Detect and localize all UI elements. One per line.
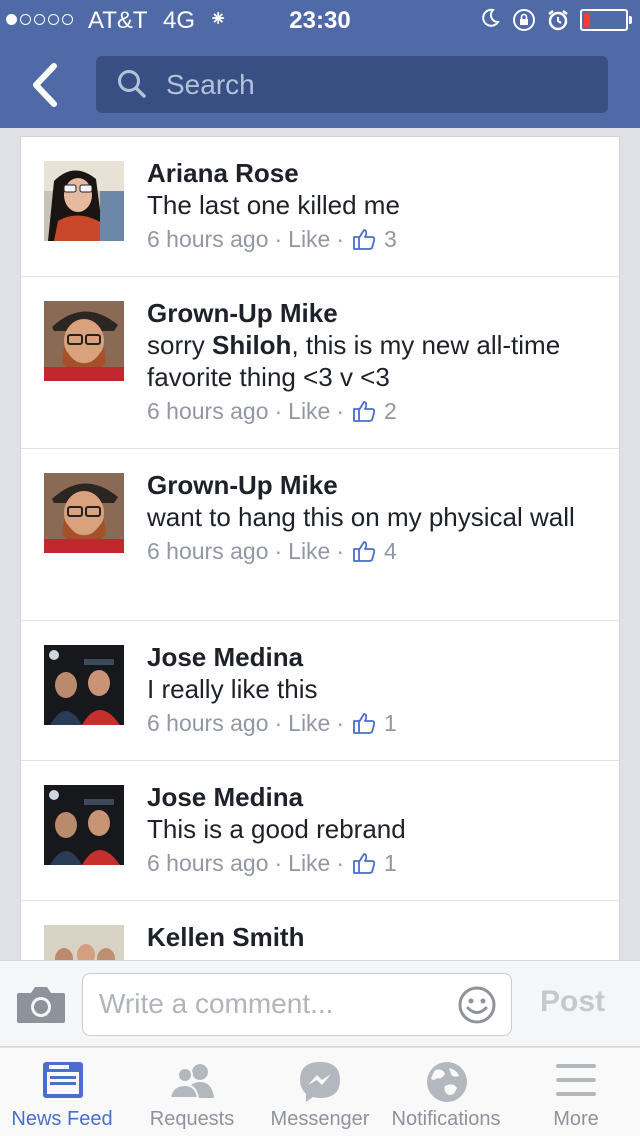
- like-button[interactable]: Like: [288, 535, 330, 567]
- comment-text: sorry Shiloh, this is my new all-time fa…: [147, 330, 561, 392]
- avatar[interactable]: [44, 645, 124, 725]
- battery-level-fill: [584, 13, 590, 27]
- status-time: 23:30: [289, 7, 351, 34]
- like-button[interactable]: Like: [288, 395, 330, 427]
- comment-author[interactable]: Grown-Up Mike: [147, 297, 607, 329]
- comment-time[interactable]: 6 hours ago: [147, 847, 268, 879]
- bottom-tab-bar: News Feed Requests Messenger Notificatio…: [0, 1048, 640, 1136]
- like-button[interactable]: Like: [288, 847, 330, 879]
- comment-body: Grown-Up Mike sorry Shiloh, this is my n…: [147, 297, 607, 427]
- like-count[interactable]: 4: [384, 535, 397, 567]
- comment-text: I really like this: [147, 674, 318, 704]
- comment-author[interactable]: Jose Medina: [147, 781, 607, 813]
- globe-icon: [427, 1062, 467, 1102]
- avatar[interactable]: [44, 925, 124, 960]
- like-count[interactable]: 1: [384, 707, 397, 739]
- post-button[interactable]: Post: [540, 985, 605, 1019]
- comment-composer: Write a comment... Post: [0, 960, 640, 1047]
- rotation-lock-icon: [513, 9, 535, 31]
- tab-label: Messenger: [270, 1108, 370, 1130]
- comment-item: Kellen Smith: [21, 901, 619, 960]
- avatar[interactable]: [44, 301, 124, 381]
- camera-icon[interactable]: [15, 983, 67, 1025]
- tab-label: Requests: [149, 1108, 235, 1130]
- tab-label: News Feed: [11, 1108, 113, 1130]
- comment-body: Kellen Smith: [147, 921, 607, 953]
- status-bar: AT&T 4G ⁕ 23:30: [0, 0, 640, 40]
- alarm-clock-icon: [548, 10, 568, 31]
- thumbs-up-icon: [353, 541, 376, 562]
- comment-meta: 6 hours ago · Like · 1: [147, 847, 607, 879]
- thumbs-up-icon: [353, 853, 376, 874]
- messenger-icon: [300, 1062, 340, 1102]
- news-feed-icon: [43, 1062, 83, 1098]
- comment-body: Jose Medina I really like this 6 hours a…: [147, 641, 607, 739]
- comment-item: Jose Medina This is a good rebrand 6 hou…: [21, 761, 619, 901]
- comment-text: want to hang this on my physical wall: [147, 502, 575, 532]
- comments-scroll-area[interactable]: Ariana Rose The last one killed me 6 hou…: [0, 128, 640, 960]
- like-count[interactable]: 3: [384, 223, 397, 255]
- comment-body: Jose Medina This is a good rebrand 6 hou…: [147, 781, 607, 879]
- comment-item: Ariana Rose The last one killed me 6 hou…: [21, 137, 619, 277]
- comment-text: The last one killed me: [147, 190, 400, 220]
- comment-text: This is a good rebrand: [147, 814, 406, 844]
- tab-messenger[interactable]: Messenger: [260, 1048, 380, 1136]
- comment-meta: 6 hours ago · Like · 2: [147, 395, 607, 427]
- comment-author[interactable]: Grown-Up Mike: [147, 469, 607, 501]
- tab-requests[interactable]: Requests: [128, 1048, 256, 1136]
- comment-body: Grown-Up Mike want to hang this on my ph…: [147, 469, 607, 567]
- comment-item: Grown-Up Mike want to hang this on my ph…: [21, 449, 619, 621]
- comment-body: Ariana Rose The last one killed me 6 hou…: [147, 157, 607, 255]
- avatar[interactable]: [44, 785, 124, 865]
- menu-icon: [556, 1064, 596, 1096]
- friend-requests-icon: [168, 1064, 214, 1099]
- comment-item: Jose Medina I really like this 6 hours a…: [21, 621, 619, 761]
- avatar[interactable]: [44, 473, 124, 553]
- sticker-smiley-icon[interactable]: [457, 985, 497, 1025]
- thumbs-up-icon: [353, 229, 376, 250]
- battery-icon: [580, 9, 632, 31]
- comment-author[interactable]: Jose Medina: [147, 641, 607, 673]
- comment-time[interactable]: 6 hours ago: [147, 223, 268, 255]
- avatar[interactable]: [44, 161, 124, 241]
- like-count[interactable]: 1: [384, 847, 397, 879]
- comments-list: Ariana Rose The last one killed me 6 hou…: [20, 136, 620, 960]
- tab-label: More: [553, 1108, 599, 1130]
- comment-placeholder: Write a comment...: [99, 988, 334, 1019]
- like-button[interactable]: Like: [288, 223, 330, 255]
- comment-meta: 6 hours ago · Like · 1: [147, 707, 607, 739]
- comment-meta: 6 hours ago · Like · 3: [147, 223, 607, 255]
- comment-time[interactable]: 6 hours ago: [147, 535, 268, 567]
- comment-time[interactable]: 6 hours ago: [147, 395, 268, 427]
- top-header: AT&T 4G ⁕ 23:30 Search: [0, 0, 640, 128]
- search-input[interactable]: Search: [96, 56, 608, 113]
- thumbs-up-icon: [353, 713, 376, 734]
- do-not-disturb-moon-icon: [482, 8, 500, 27]
- comment-input[interactable]: Write a comment...: [82, 973, 512, 1036]
- like-count[interactable]: 2: [384, 395, 397, 427]
- comment-author[interactable]: Ariana Rose: [147, 157, 607, 189]
- thumbs-up-icon: [353, 401, 376, 422]
- comment-item: Grown-Up Mike sorry Shiloh, this is my n…: [21, 277, 619, 449]
- comment-author[interactable]: Kellen Smith: [147, 921, 607, 953]
- tab-label: Notifications: [391, 1108, 501, 1130]
- back-chevron-icon[interactable]: [22, 60, 72, 110]
- mention-link[interactable]: Shiloh: [212, 330, 291, 360]
- comment-meta: 6 hours ago · Like · 4: [147, 535, 607, 567]
- comment-time[interactable]: 6 hours ago: [147, 707, 268, 739]
- tab-notifications[interactable]: Notifications: [384, 1048, 508, 1136]
- tab-more[interactable]: More: [512, 1048, 640, 1136]
- search-placeholder: Search: [166, 69, 255, 100]
- tab-news-feed[interactable]: News Feed: [0, 1048, 124, 1136]
- like-button[interactable]: Like: [288, 707, 330, 739]
- search-icon: [118, 70, 146, 98]
